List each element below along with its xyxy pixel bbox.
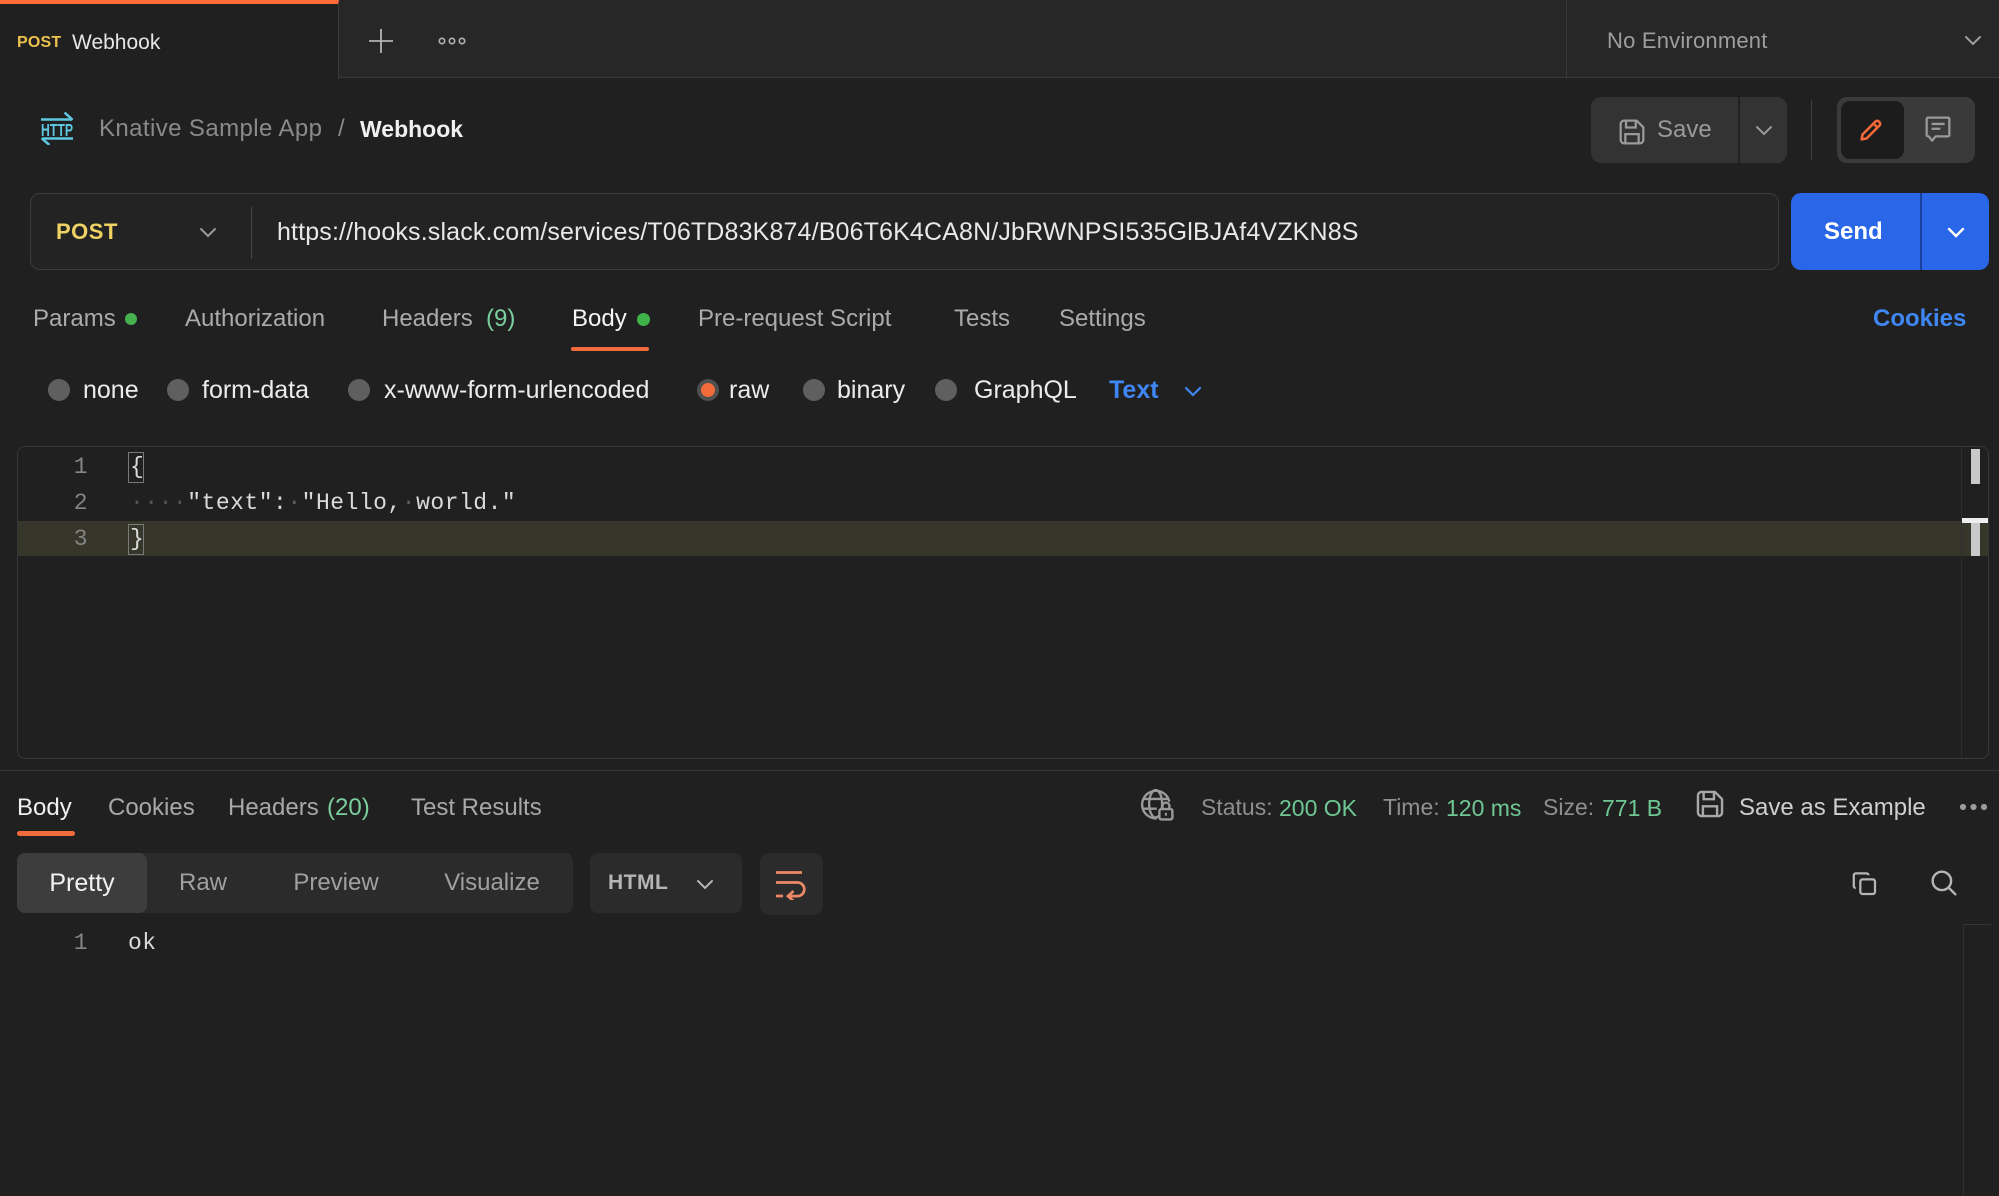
svg-text:HTTP: HTTP (41, 120, 73, 140)
